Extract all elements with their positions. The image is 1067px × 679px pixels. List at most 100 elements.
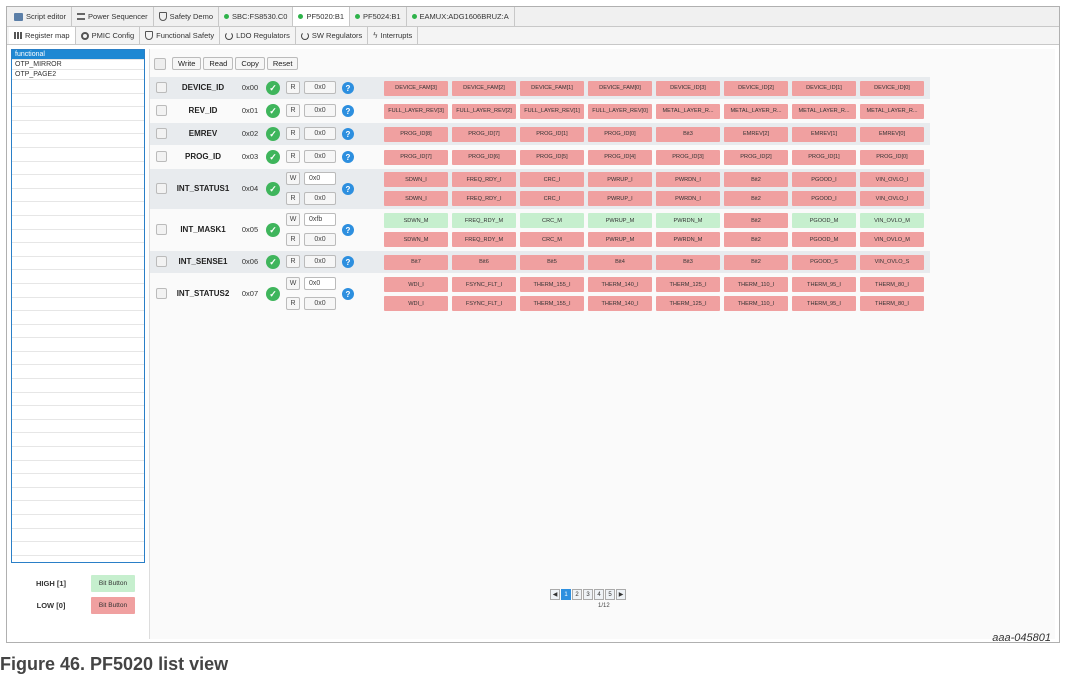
bit-button[interactable]: PWRUP_M [588,213,652,228]
bit-button[interactable]: DEVICE_FAM[3] [384,80,448,96]
bit-button[interactable]: FSYNC_FLT_I [452,277,516,292]
bit-button[interactable]: FREQ_RDY_M [452,232,516,247]
read-value-button[interactable]: R [286,127,300,140]
tab-register-map[interactable]: Register map [9,27,76,44]
bit-button[interactable]: SDWN_M [384,213,448,228]
write-value-input[interactable]: 0x0 [304,172,336,185]
list-item-otp-page2[interactable]: OTP_PAGE2 [12,70,144,80]
bit-button[interactable]: SDWN_I [384,172,448,187]
bit-button[interactable]: PWRUP_I [588,172,652,187]
bit-button[interactable]: DEVICE_FAM[2] [452,80,516,96]
bit-button[interactable]: PROG_ID[8] [384,126,448,142]
bit-button[interactable]: PROG_ID[7] [384,149,448,165]
register-checkbox[interactable] [156,82,167,93]
bit-button[interactable]: DEVICE_FAM[0] [588,80,652,96]
bit-button[interactable]: PWRUP_M [588,232,652,247]
tab-functional-safety[interactable]: Functional Safety [140,27,221,44]
write-button[interactable]: Write [172,57,202,70]
bit-button[interactable]: METAL_LAYER_R... [792,103,856,119]
read-button[interactable]: Read [203,57,234,70]
bit-button[interactable]: PWRDN_M [656,232,720,247]
tab-ldo-regulators[interactable]: LDO Regulators [220,27,296,44]
bit-button[interactable]: FULL_LAYER_REV[0] [588,103,652,119]
list-item-functional[interactable]: functional [12,50,144,60]
bit-button[interactable]: Bit2 [724,254,788,270]
bit-button[interactable]: PROG_ID[3] [656,149,720,165]
bit-button[interactable]: DEVICE_ID[2] [724,80,788,96]
register-checkbox[interactable] [156,288,167,299]
bit-button[interactable]: FREQ_RDY_I [452,191,516,206]
help-icon[interactable]: ? [342,256,354,268]
bit-button[interactable]: EMREV[2] [724,126,788,142]
bit-button[interactable]: THERM_80_I [860,277,924,292]
bit-button[interactable]: EMREV[0] [860,126,924,142]
bit-button[interactable]: VIN_OVLO_I [860,172,924,187]
bit-button[interactable]: FULL_LAYER_REV[3] [384,103,448,119]
bit-button[interactable]: PROG_ID[5] [520,149,584,165]
bit-button[interactable]: Bit4 [588,254,652,270]
bit-button[interactable]: FSYNC_FLT_I [452,296,516,311]
read-value-button[interactable]: R [286,150,300,163]
bit-button[interactable]: VIN_OVLO_S [860,254,924,270]
bit-button[interactable]: METAL_LAYER_R... [724,103,788,119]
bit-button[interactable]: THERM_140_I [588,277,652,292]
bit-button[interactable]: SDWN_I [384,191,448,206]
page-button[interactable]: 4 [594,589,604,600]
bit-button[interactable]: THERM_155_I [520,296,584,311]
bit-button[interactable]: CRC_M [520,232,584,247]
help-icon[interactable]: ? [342,224,354,236]
bit-button[interactable]: METAL_LAYER_R... [656,103,720,119]
bit-button[interactable]: FULL_LAYER_REV[2] [452,103,516,119]
help-icon[interactable]: ? [342,105,354,117]
bit-button[interactable]: PROG_ID[1] [520,126,584,142]
bit-button[interactable]: PROG_ID[0] [860,149,924,165]
bit-button[interactable]: EMREV[1] [792,126,856,142]
list-item-otp-mirror[interactable]: OTP_MIRROR [12,60,144,70]
bit-button[interactable]: PGOOD_M [792,213,856,228]
bit-button[interactable]: THERM_110_I [724,277,788,292]
bit-button[interactable]: Bit5 [520,254,584,270]
bit-button[interactable]: CRC_I [520,172,584,187]
register-checkbox[interactable] [156,151,167,162]
bit-button[interactable]: PWRDN_I [656,172,720,187]
bit-button[interactable]: PGOOD_M [792,232,856,247]
bit-button[interactable]: PROG_ID[1] [792,149,856,165]
write-value-button[interactable]: W [286,213,300,226]
copy-button[interactable]: Copy [235,57,265,70]
read-value-button[interactable]: R [286,81,300,94]
page-button[interactable]: 1 [561,589,571,600]
bit-button[interactable]: THERM_80_I [860,296,924,311]
page-button[interactable]: 5 [605,589,615,600]
read-value-button[interactable]: R [286,255,300,268]
bit-button[interactable]: VIN_OVLO_I [860,191,924,206]
prev-page-button[interactable]: ◀ [550,589,560,600]
bit-button[interactable]: PWRDN_M [656,213,720,228]
bit-button[interactable]: WDI_I [384,296,448,311]
read-value-button[interactable]: R [286,297,300,310]
read-value-button[interactable]: R [286,192,300,205]
register-checkbox[interactable] [156,224,167,235]
bit-button[interactable]: PGOOD_I [792,191,856,206]
bit-button[interactable]: THERM_125_I [656,277,720,292]
bit-button[interactable]: VIN_OVLO_M [860,213,924,228]
bit-button[interactable]: FULL_LAYER_REV[1] [520,103,584,119]
help-icon[interactable]: ? [342,151,354,163]
tab-sw-regulators[interactable]: SW Regulators [296,27,369,44]
help-icon[interactable]: ? [342,82,354,94]
bit-button[interactable]: PROG_ID[0] [588,126,652,142]
bit-button[interactable]: Bit2 [724,213,788,228]
tab-pf5020[interactable]: PF5020:B1 [293,7,350,26]
bit-button[interactable]: THERM_110_I [724,296,788,311]
tab-eamux[interactable]: EAMUX:ADG1606BRUZ:A [407,7,515,26]
bit-button[interactable]: VIN_OVLO_M [860,232,924,247]
bit-button[interactable]: DEVICE_ID[0] [860,80,924,96]
bit-button[interactable]: PROG_ID[6] [452,149,516,165]
bit-button[interactable]: CRC_I [520,191,584,206]
write-value-input[interactable]: 0x0 [304,277,336,290]
tab-pmic-config[interactable]: PMIC Config [76,27,141,44]
bit-button[interactable]: FREQ_RDY_M [452,213,516,228]
next-page-button[interactable]: ▶ [616,589,626,600]
read-value-button[interactable]: R [286,104,300,117]
bit-button[interactable]: PWRDN_I [656,191,720,206]
bit-button[interactable]: Bit2 [724,172,788,187]
